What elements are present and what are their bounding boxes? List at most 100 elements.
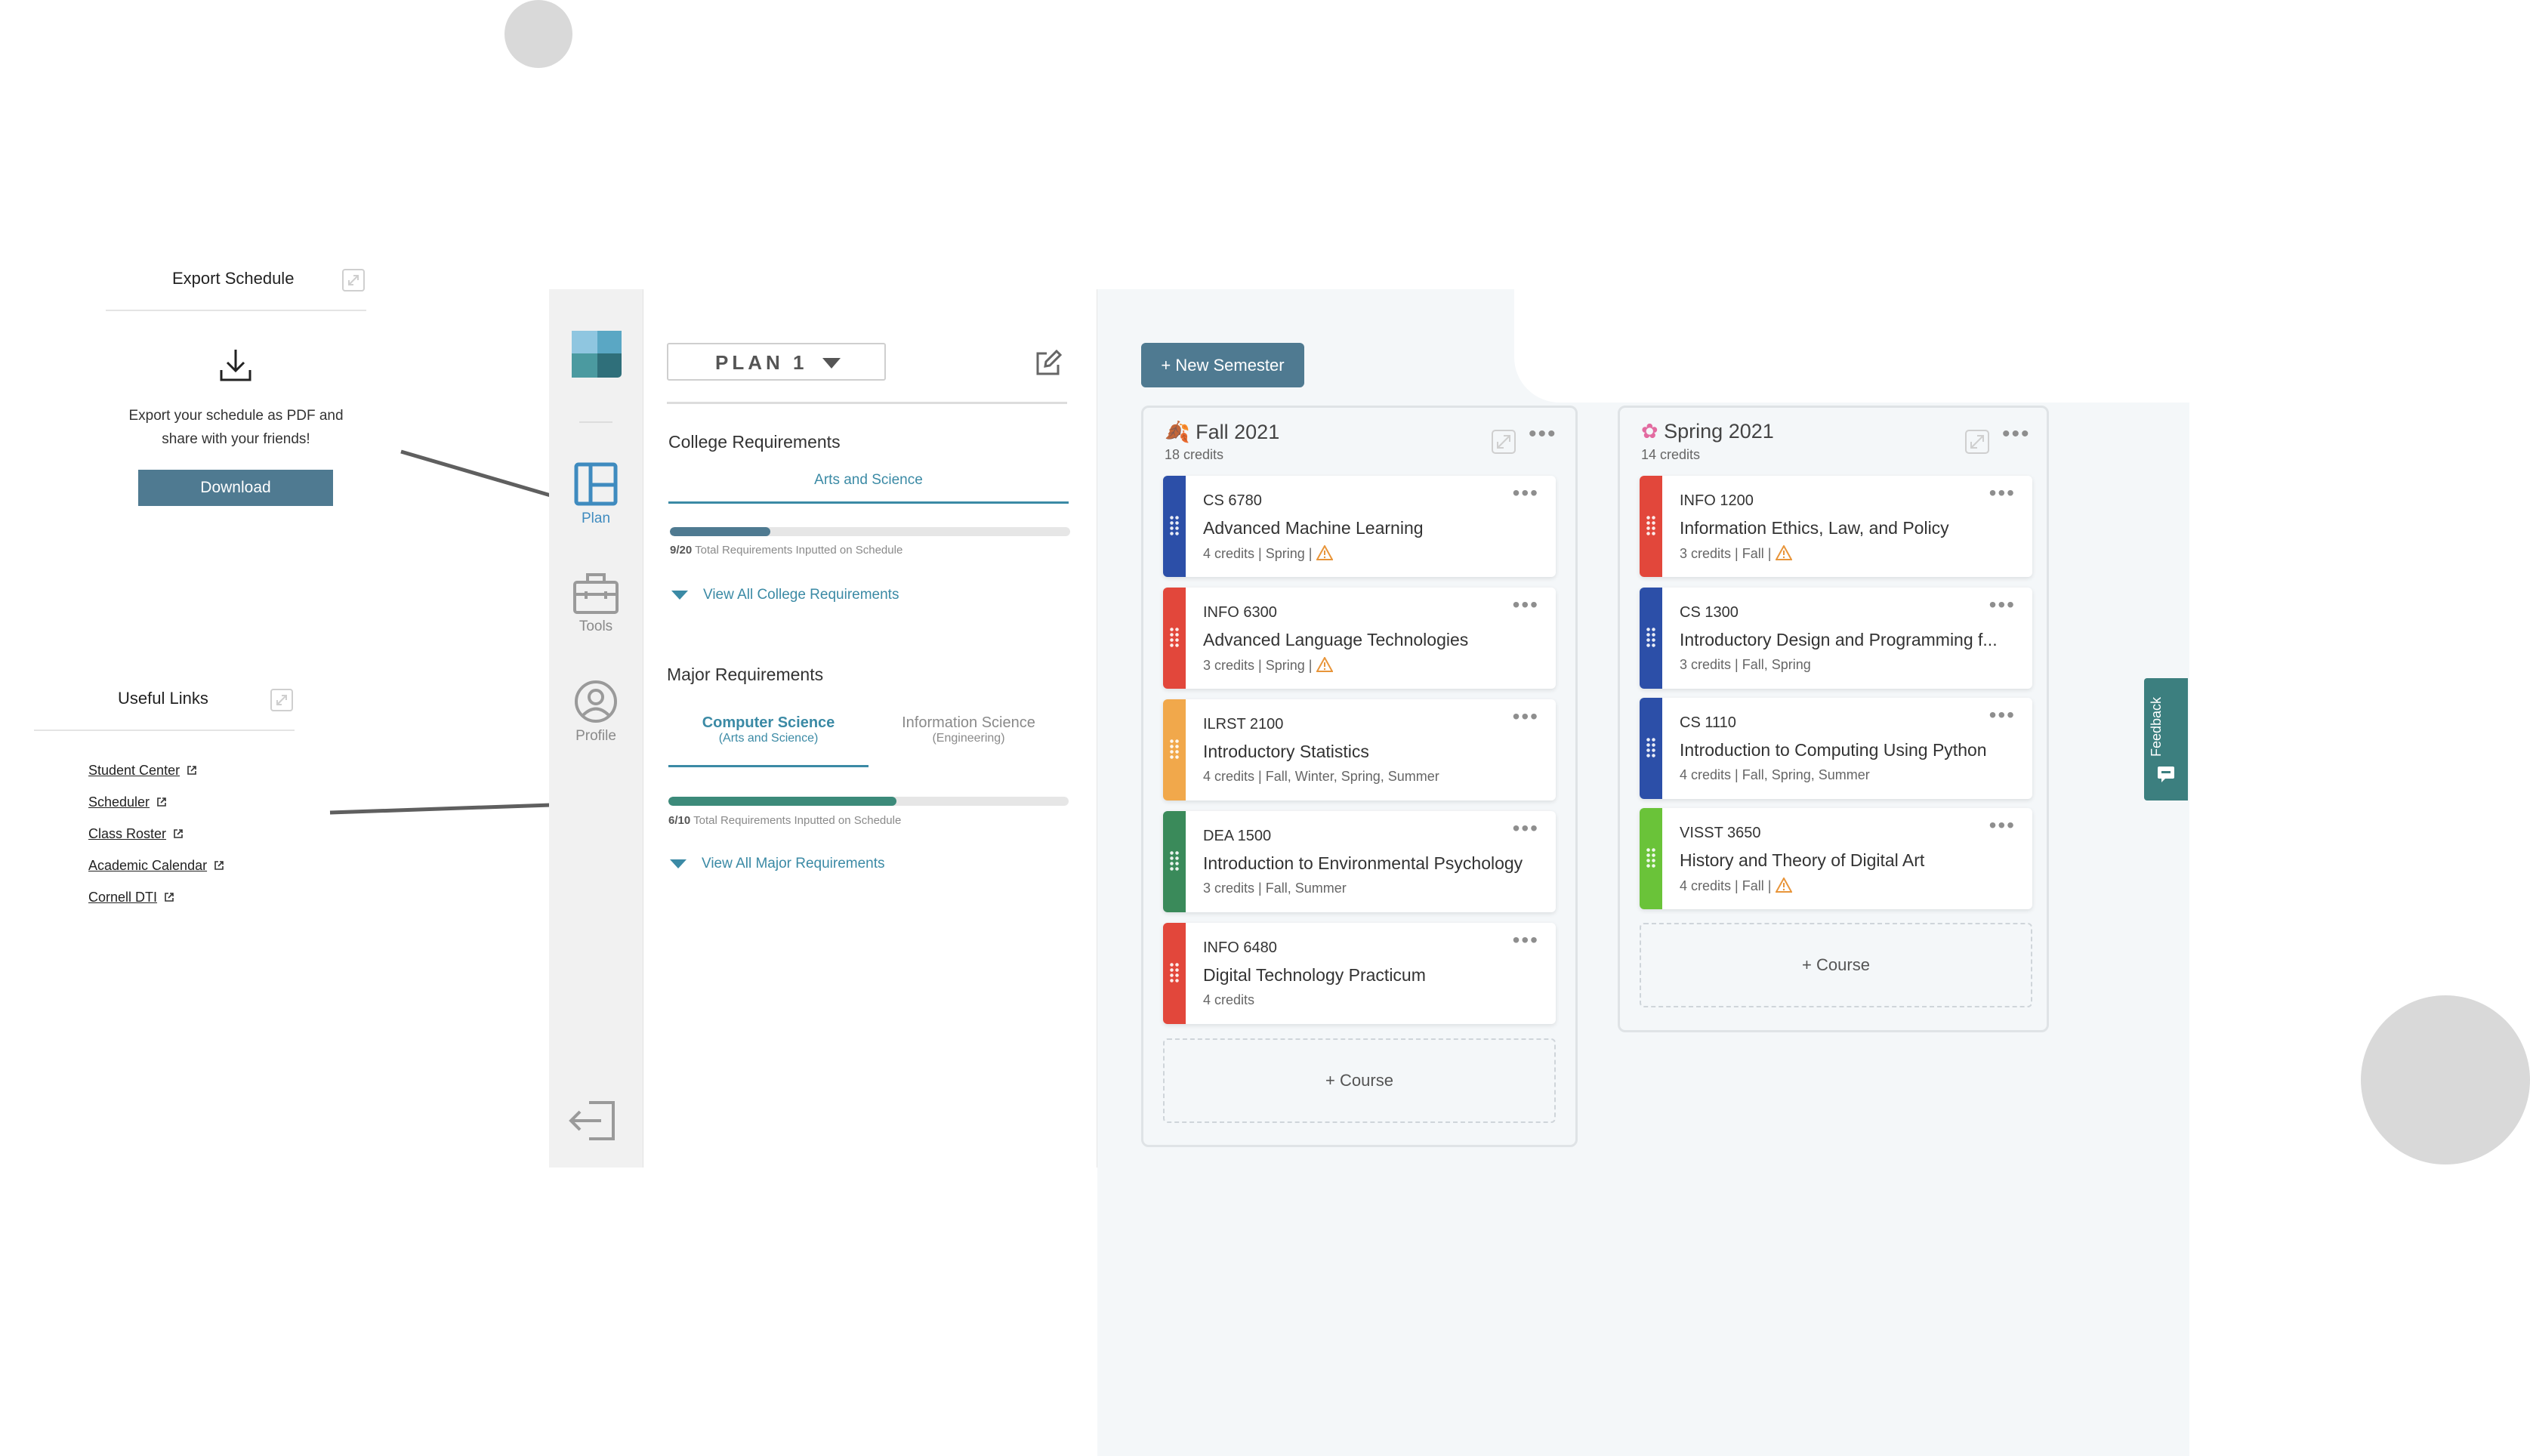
divider <box>106 310 366 311</box>
course-code: CS 6780 <box>1203 492 1262 509</box>
course-color-bar <box>1163 588 1186 689</box>
feedback-tab[interactable]: Feedback <box>2144 678 2188 800</box>
more-options-icon[interactable]: ••• <box>1513 818 1539 839</box>
flower-icon: ✿ <box>1641 420 1658 443</box>
more-options-icon[interactable]: ••• <box>1513 706 1539 727</box>
tab-underline <box>668 501 1069 504</box>
nav-divider <box>579 421 612 423</box>
more-options-icon[interactable]: ••• <box>1513 594 1539 615</box>
course-name: Introductory Design and Programming f... <box>1680 630 1998 649</box>
profile-icon <box>575 680 617 723</box>
leaf-icon: 🍂 <box>1165 421 1190 443</box>
course-code: INFO 1200 <box>1680 492 1754 509</box>
course-color-bar <box>1163 811 1186 912</box>
drag-handle-icon[interactable] <box>1646 627 1656 648</box>
nav-plan[interactable]: Plan <box>549 462 643 527</box>
view-all-major-link[interactable]: View All Major Requirements <box>670 856 885 872</box>
course-meta: 4 credits <box>1203 992 1255 1007</box>
warning-icon <box>1316 657 1334 672</box>
link-scheduler[interactable]: Scheduler <box>88 794 168 810</box>
course-code: INFO 6300 <box>1203 604 1277 621</box>
toolbox-icon <box>573 573 619 614</box>
drag-handle-icon[interactable] <box>1169 627 1180 648</box>
drag-handle-icon[interactable] <box>1169 850 1180 871</box>
drag-handle-icon[interactable] <box>1169 739 1180 760</box>
course-card[interactable]: INFO 6480 Digital Technology Practicum 4… <box>1163 923 1556 1024</box>
course-meta: 3 credits | Spring | <box>1203 657 1334 674</box>
link-academic-calendar[interactable]: Academic Calendar <box>88 858 225 874</box>
college-requirements-title: College Requirements <box>668 432 841 452</box>
drag-handle-icon[interactable] <box>1169 515 1180 536</box>
expand-icon[interactable] <box>342 269 365 292</box>
course-card[interactable]: ILRST 2100 Introductory Statistics 4 cre… <box>1163 699 1556 800</box>
edit-icon[interactable] <box>1035 350 1062 377</box>
feedback-icon <box>2158 767 2174 782</box>
course-code: VISST 3650 <box>1680 825 1761 841</box>
divider <box>667 402 1067 404</box>
course-code: CS 1110 <box>1680 714 1736 731</box>
plan-selector[interactable]: PLAN 1 <box>667 343 886 381</box>
expand-icon[interactable] <box>1964 429 1990 455</box>
major-progress-text: 6/10 Total Requirements Inputted on Sche… <box>668 814 902 827</box>
more-options-icon[interactable]: ••• <box>1513 930 1539 951</box>
drag-handle-icon[interactable] <box>1646 515 1656 536</box>
semester-fall-2021: 🍂 Fall 2021 18 credits ••• CS 6780 Advan… <box>1141 406 1578 1147</box>
external-link-icon <box>157 797 166 807</box>
course-meta: 3 credits | Fall | <box>1680 545 1793 562</box>
major-progress-bar <box>668 797 1069 806</box>
plan-icon <box>574 462 618 506</box>
view-all-college-link[interactable]: View All College Requirements <box>671 587 899 603</box>
course-meta: 3 credits | Fall, Summer <box>1203 881 1347 896</box>
semester-credits: 18 credits <box>1165 447 1224 462</box>
new-semester-button[interactable]: + New Semester <box>1141 343 1304 387</box>
college-progress-fill <box>670 527 770 536</box>
more-options-icon[interactable]: ••• <box>1529 423 1557 446</box>
more-options-icon[interactable]: ••• <box>1989 705 2016 726</box>
triangle-down-icon <box>670 859 686 868</box>
more-options-icon[interactable]: ••• <box>2002 423 2031 446</box>
link-cornell-dti[interactable]: Cornell DTI <box>88 890 175 905</box>
add-course-button[interactable]: + Course <box>1163 1038 1556 1123</box>
expand-icon[interactable] <box>270 689 293 711</box>
more-options-icon[interactable]: ••• <box>1513 483 1539 504</box>
course-card[interactable]: VISST 3650 History and Theory of Digital… <box>1640 808 2032 909</box>
more-options-icon[interactable]: ••• <box>1989 483 2016 504</box>
course-card[interactable]: CS 1110 Introduction to Computing Using … <box>1640 698 2032 799</box>
nav-profile[interactable]: Profile <box>549 680 643 745</box>
drag-handle-icon[interactable] <box>1646 737 1656 758</box>
more-options-icon[interactable]: ••• <box>1989 815 2016 836</box>
tab-computer-science[interactable]: Computer Science (Arts and Science) <box>668 714 869 745</box>
download-button[interactable]: Download <box>138 470 333 506</box>
course-card[interactable]: CS 1300 Introductory Design and Programm… <box>1640 588 2032 689</box>
course-card[interactable]: INFO 6300 Advanced Language Technologies… <box>1163 588 1556 689</box>
tab-information-science[interactable]: Information Science (Engineering) <box>869 714 1069 745</box>
course-meta: 3 credits | Fall, Spring <box>1680 657 1811 672</box>
course-code: DEA 1500 <box>1203 828 1272 844</box>
download-icon <box>220 350 251 381</box>
course-code: CS 1300 <box>1680 604 1739 621</box>
course-color-bar <box>1640 588 1662 689</box>
link-student-center[interactable]: Student Center <box>88 763 198 779</box>
course-name: Information Ethics, Law, and Policy <box>1680 518 1949 538</box>
course-name: Introductory Statistics <box>1203 742 1369 761</box>
college-progress-bar <box>670 527 1070 536</box>
app-logo-icon <box>572 331 622 378</box>
course-code: INFO 6480 <box>1203 939 1277 956</box>
drag-handle-icon[interactable] <box>1646 847 1656 868</box>
board-top-white-notch <box>1514 289 2189 403</box>
tab-underline <box>668 765 869 767</box>
semester-title: 🍂 Fall 2021 <box>1165 421 1280 443</box>
course-card[interactable]: CS 6780 Advanced Machine Learning 4 cred… <box>1163 476 1556 577</box>
course-name: Advanced Machine Learning <box>1203 518 1424 538</box>
course-card[interactable]: INFO 1200 Information Ethics, Law, and P… <box>1640 476 2032 577</box>
major-requirements-title: Major Requirements <box>667 665 824 684</box>
more-options-icon[interactable]: ••• <box>1989 594 2016 615</box>
tab-arts-and-science[interactable]: Arts and Science <box>668 472 1069 489</box>
course-card[interactable]: DEA 1500 Introduction to Environmental P… <box>1163 811 1556 912</box>
add-course-button[interactable]: + Course <box>1640 923 2032 1007</box>
logout-icon[interactable] <box>566 1100 616 1142</box>
nav-tools[interactable]: Tools <box>549 572 643 635</box>
drag-handle-icon[interactable] <box>1169 962 1180 983</box>
link-class-roster[interactable]: Class Roster <box>88 826 184 842</box>
expand-icon[interactable] <box>1491 429 1516 455</box>
